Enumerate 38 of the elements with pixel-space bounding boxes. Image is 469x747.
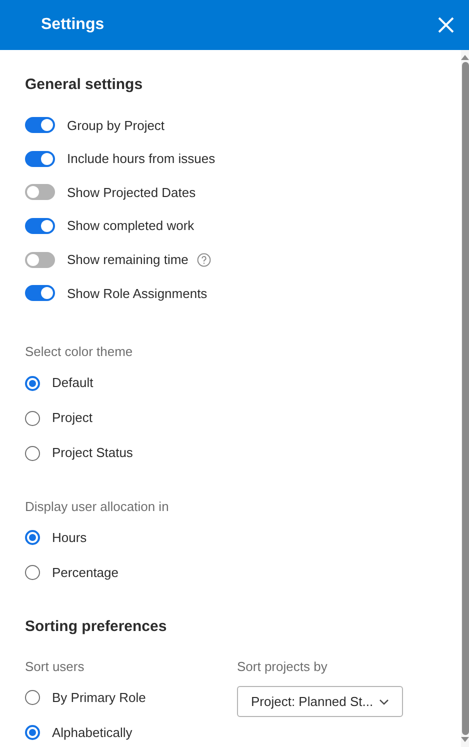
group-label: Sort users: [25, 658, 86, 676]
section-heading: General settings: [25, 75, 144, 95]
radio-button[interactable]: [25, 725, 40, 740]
group-label: Sort projects by: [237, 658, 328, 676]
radio-label: Alphabetically: [52, 724, 132, 742]
radio-label: Default: [52, 374, 94, 392]
toggle-label: Show Projected Dates: [67, 184, 196, 202]
toggle-switch[interactable]: [25, 252, 55, 268]
group-label: Select color theme: [25, 343, 134, 362]
toggle-switch[interactable]: [25, 184, 55, 200]
radio-button[interactable]: [25, 565, 40, 580]
toggle-label: Show Role Assignments: [67, 284, 208, 303]
sort-dropdown[interactable]: Project: Planned St...: [237, 686, 403, 718]
panel-title: Settings: [41, 15, 104, 35]
toggle-label: Show completed work: [67, 217, 194, 236]
section-heading: Sorting preferences: [25, 617, 168, 638]
toggle-label: Include hours from issues: [67, 150, 216, 168]
radio-button[interactable]: [25, 690, 40, 706]
radio-label: By Primary Role: [52, 688, 146, 707]
toggle-switch[interactable]: [25, 117, 55, 134]
chevron-down-icon: [379, 698, 389, 705]
scrollbar[interactable]: [461, 50, 469, 747]
radio-button[interactable]: [25, 446, 40, 461]
toggle-label: Group by Project: [67, 116, 165, 135]
help-icon[interactable]: [197, 252, 212, 267]
radio-label: Project: [52, 409, 92, 428]
radio-label: Project Status: [52, 444, 133, 462]
close-icon[interactable]: [438, 17, 454, 33]
radio-button[interactable]: [25, 376, 40, 391]
radio-label: Hours: [52, 528, 87, 547]
radio-button[interactable]: [25, 530, 40, 546]
toggle-switch[interactable]: [25, 218, 55, 234]
toggle-switch[interactable]: [25, 285, 55, 302]
radio-label: Percentage: [52, 564, 118, 582]
toggle-label: Show remaining time: [67, 250, 188, 269]
toggle-switch[interactable]: [25, 150, 55, 167]
group-label: Display user allocation in: [25, 498, 170, 516]
radio-button[interactable]: [25, 410, 40, 426]
